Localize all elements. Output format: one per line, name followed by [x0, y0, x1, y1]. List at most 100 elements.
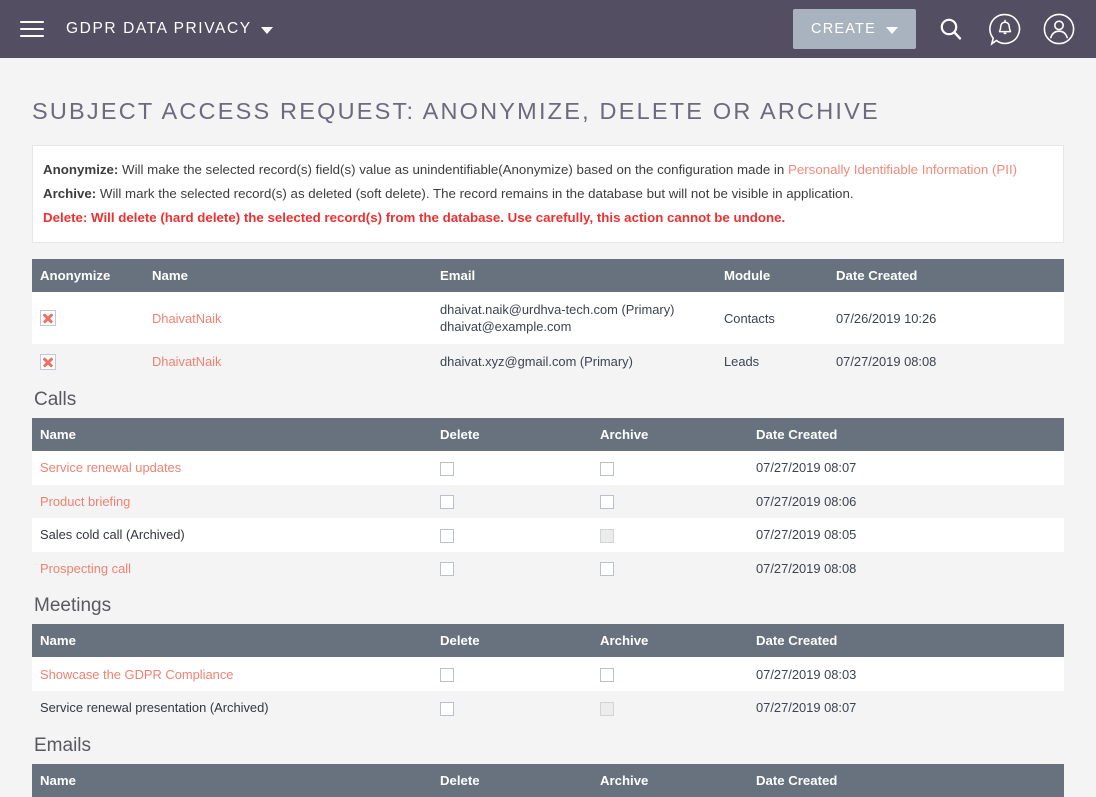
module-selector[interactable]: GDPR DATA PRIVACY	[66, 20, 273, 38]
name-cell: Service renewal presentation (Archived)	[32, 690, 432, 725]
table-header-row: Anonymize Name Email Module Date Created	[32, 259, 1064, 292]
info-anonymize-text: Will make the selected record(s) field(s…	[118, 162, 788, 177]
col-header-name: Name	[32, 624, 432, 658]
delete-checkbox[interactable]	[440, 495, 454, 510]
chevron-down-icon	[260, 27, 273, 34]
subject-col-header-2: Email	[432, 259, 716, 292]
hamburger-menu-icon[interactable]	[12, 9, 52, 49]
record-name-text: Sales cold call (Archived)	[40, 527, 185, 543]
email-value: dhaivat.xyz@gmail.com (Primary)	[440, 354, 633, 369]
subject-col-header-4: Date Created	[828, 259, 1064, 292]
info-delete-label: Delete:	[43, 210, 88, 225]
delete-cell	[432, 551, 592, 586]
table-row: Prospecting call 07/27/2019 08:08	[32, 551, 1064, 586]
archive-checkbox[interactable]	[600, 495, 614, 510]
table-row: Sales cold call (Archived) 07/27/2019 08:…	[32, 518, 1064, 552]
anonymize-cell	[32, 292, 144, 344]
record-name-link[interactable]: DhaivatNaik	[152, 311, 222, 326]
date-created-cell: 07/27/2019 08:03	[748, 657, 1064, 691]
table-header-row: Name Delete Archive Date Created	[32, 418, 1064, 451]
archive-cell	[592, 551, 748, 586]
pii-link[interactable]: Personally Identifiable Information (PII…	[788, 162, 1017, 177]
archive-checkbox[interactable]	[600, 461, 614, 476]
module-title: GDPR DATA PRIVACY	[66, 20, 252, 37]
delete-cell	[432, 484, 592, 519]
record-name-link[interactable]: Prospecting call	[40, 561, 131, 576]
date-created-cell: 07/27/2019 08:08	[828, 344, 1064, 379]
delete-checkbox[interactable]	[440, 562, 454, 577]
col-header-delete: Delete	[432, 418, 592, 451]
date-created-cell: 07/27/2019 08:05	[748, 518, 1064, 552]
subject-table-body: DhaivatNaik dhaivat.naik@urdhva-tech.com …	[32, 292, 1064, 379]
record-name-link[interactable]: Product briefing	[40, 494, 130, 509]
record-name-link[interactable]: Showcase the GDPR Compliance	[40, 667, 233, 682]
name-cell: Sales cold call (Archived)	[32, 518, 432, 552]
module-cell: Leads	[716, 344, 828, 379]
delete-checkbox[interactable]	[440, 461, 454, 476]
subject-table-header: Anonymize Name Email Module Date Created	[32, 259, 1064, 292]
table-header-row: Name Delete Archive Date Created	[32, 763, 1064, 797]
module-cell: Contacts	[716, 292, 828, 344]
table-header-row: Name Delete Archive Date Created	[32, 624, 1064, 658]
table-row: Product briefing 07/27/2019 08:06	[32, 484, 1064, 519]
delete-checkbox[interactable]	[440, 528, 454, 543]
email-value: dhaivat@example.com	[440, 319, 572, 334]
col-header-archive: Archive	[592, 624, 748, 658]
create-button[interactable]: CREATE	[793, 9, 916, 49]
anonymize-x-checkbox[interactable]	[40, 310, 56, 327]
col-header-archive: Archive	[592, 763, 748, 797]
archive-cell	[592, 657, 748, 691]
email-value: dhaivat.naik@urdhva-tech.com (Primary)	[440, 302, 675, 317]
create-button-label: CREATE	[811, 21, 876, 37]
delete-cell	[432, 657, 592, 691]
archive-cell	[592, 690, 748, 725]
page-title: SUBJECT ACCESS REQUEST: ANONYMIZE, DELET…	[32, 98, 880, 124]
record-name-text: Service renewal presentation (Archived)	[40, 700, 269, 716]
col-header-delete: Delete	[432, 624, 592, 658]
hamburger-line	[20, 28, 44, 30]
archive-checkbox	[600, 701, 614, 716]
col-header-delete: Delete	[432, 763, 592, 797]
date-created-cell: 07/27/2019 08:08	[748, 551, 1064, 586]
hamburger-line	[20, 21, 44, 23]
module-sections: Calls Name Delete Archive Date Created Servic…	[32, 389, 1064, 797]
subject-col-header-1: Name	[144, 259, 432, 292]
email-cell: dhaivat.naik@urdhva-tech.com (Primary) dh…	[432, 292, 716, 344]
date-created-cell: 07/26/2019 10:26	[828, 292, 1064, 344]
record-name-link[interactable]: DhaivatNaik	[152, 354, 222, 369]
table-row: Service renewal updates 07/27/2019 08:07	[32, 451, 1064, 485]
name-cell: DhaivatNaik	[144, 292, 432, 344]
search-icon[interactable]	[932, 10, 970, 48]
name-cell: Prospecting call	[32, 551, 432, 586]
subject-col-header-0: Anonymize	[32, 259, 144, 292]
date-created-cell: 07/27/2019 08:07	[748, 690, 1064, 725]
info-line-archive: Archive: Will mark the selected record(s…	[43, 182, 1053, 206]
archive-checkbox[interactable]	[600, 562, 614, 577]
col-header-name: Name	[32, 763, 432, 797]
info-anonymize-label: Anonymize:	[43, 162, 119, 177]
anonymize-cell	[32, 344, 144, 379]
delete-checkbox[interactable]	[440, 667, 454, 682]
info-line-delete: Delete: Will delete (hard delete) the se…	[43, 206, 1053, 230]
info-delete-text: Will delete (hard delete) the selected r…	[87, 210, 786, 225]
user-avatar-icon[interactable]	[1040, 10, 1078, 48]
archive-checkbox[interactable]	[600, 667, 614, 682]
delete-cell	[432, 690, 592, 725]
notification-bell-icon[interactable]	[986, 10, 1024, 48]
info-line-anonymize: Anonymize: Will make the selected record…	[43, 158, 1053, 182]
delete-checkbox[interactable]	[440, 701, 454, 716]
archive-cell	[592, 484, 748, 519]
email-cell: dhaivat.xyz@gmail.com (Primary)	[432, 344, 716, 379]
delete-cell	[432, 518, 592, 552]
anonymize-x-checkbox[interactable]	[40, 353, 56, 370]
section-title-calls: Calls	[34, 389, 77, 410]
topbar-actions: CREATE	[793, 9, 1078, 49]
table-meetings: Name Delete Archive Date Created Showcase th…	[32, 624, 1064, 725]
name-cell: DhaivatNaik	[144, 344, 432, 379]
record-name-link[interactable]: Service renewal updates	[40, 460, 181, 475]
info-panel: Anonymize: Will make the selected record…	[32, 145, 1064, 243]
chevron-down-icon	[886, 26, 898, 34]
name-cell: Showcase the GDPR Compliance	[32, 657, 432, 691]
table-row: Showcase the GDPR Compliance 07/27/2019 0…	[32, 657, 1064, 691]
info-archive-label: Archive:	[43, 186, 97, 201]
